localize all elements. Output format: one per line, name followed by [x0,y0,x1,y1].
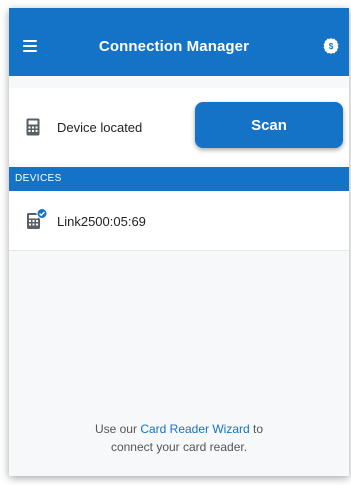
footer-line2: connect your card reader. [110,440,248,454]
app-bar: Connection Manager $ [9,8,349,76]
app-window: Connection Manager $ Device located Scan… [9,8,349,476]
page-title: Connection Manager [98,38,250,55]
card-reader-icon [26,118,40,136]
footer-prefix: Use our [94,422,141,436]
hamburger-menu-icon[interactable] [23,40,37,52]
settings-gear-icon[interactable]: $ [322,37,340,55]
devices-section-header: DEVICES [9,167,349,191]
card-reader-connected-icon [27,208,48,229]
card-reader-wizard-link[interactable]: Card Reader Wizard [140,422,249,436]
devices-header-label: DEVICES [15,173,62,184]
device-name: Link2500:05:69 [57,214,146,229]
footer-suffix: to [249,422,264,436]
list-item[interactable]: Link2500:05:69 [9,191,349,251]
svg-text:$: $ [329,42,334,51]
device-status-row: Device located Scan [9,88,349,164]
device-status-text: Device located [57,120,143,135]
footer-hint: Use our Card Reader Wizard to connect yo… [9,420,349,456]
scan-button[interactable]: Scan [195,102,343,148]
